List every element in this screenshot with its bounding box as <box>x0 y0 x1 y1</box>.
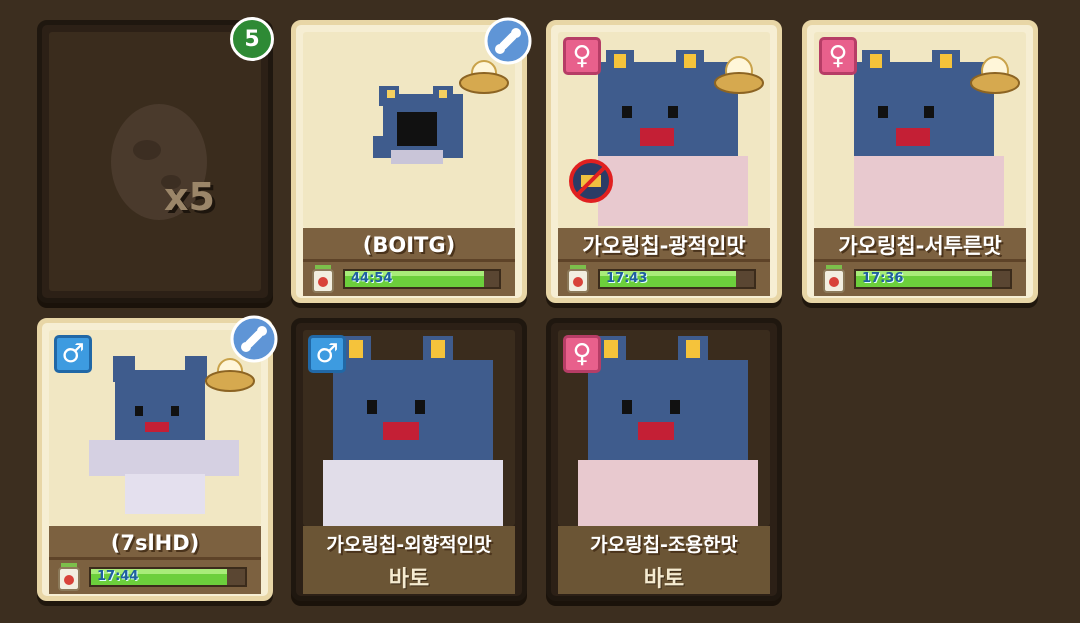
wrench-icon[interactable] <box>230 315 278 363</box>
creature-slot-card[interactable]: ♀ 가오링칩-조용한맛 바토 <box>546 318 782 601</box>
jar-icon <box>58 563 80 591</box>
hatch-slot-card[interactable]: (BOITG) 44:54 <box>291 17 532 303</box>
female-icon: ♀ <box>563 37 601 75</box>
timer-text: 17:36 <box>862 271 904 286</box>
jar-icon <box>823 265 845 293</box>
male-icon: ♂ <box>54 335 92 373</box>
hatch-timer: 17:36 <box>814 259 1026 296</box>
egg-quantity: x5 <box>164 175 215 219</box>
timer-text: 17:43 <box>606 271 648 286</box>
no-move-icon <box>569 159 613 203</box>
creature-name: 가오링칩-조용한맛 <box>558 526 770 560</box>
hatch-timer: 17:44 <box>49 557 261 594</box>
creature-name: (BOITG) <box>303 228 515 262</box>
hatch-slot-card[interactable]: ♀ 가오링칩-서투른맛 17:36 <box>802 20 1038 303</box>
progress-track: 17:43 <box>598 269 756 289</box>
female-icon: ♀ <box>819 37 857 75</box>
jar-icon <box>312 265 334 293</box>
egg-art <box>49 32 261 291</box>
timer-text: 17:44 <box>97 569 139 584</box>
nest-egg-icon <box>714 56 764 94</box>
jar-icon <box>567 265 589 293</box>
creature-name: (7slHD) <box>49 526 261 560</box>
wrench-icon[interactable] <box>484 17 532 65</box>
creature-name: 가오링칩-서투른맛 <box>814 228 1026 262</box>
progress-track: 17:36 <box>854 269 1012 289</box>
creature-slot-card[interactable]: ♂ 가오링칩-외향적인맛 바토 <box>291 318 527 601</box>
timer-text: 44:54 <box>351 271 393 286</box>
female-icon: ♀ <box>563 335 601 373</box>
egg-count-badge: 5 <box>230 17 274 61</box>
progress-track: 44:54 <box>343 269 501 289</box>
egg-stack-card[interactable]: x5 5 <box>37 17 274 303</box>
hatch-slot-card[interactable]: ♀ 가오링칩-광적인맛 17:43 <box>546 20 782 303</box>
hatch-slot-card[interactable]: ♂ (7slHD) 17:44 <box>37 315 278 601</box>
creature-name: 가오링칩-외향적인맛 <box>303 526 515 560</box>
hatch-timer: 17:43 <box>558 259 770 296</box>
egg-icon <box>111 104 207 220</box>
creature-species: 바토 <box>303 560 515 594</box>
nest-egg-icon <box>970 56 1020 94</box>
hatch-timer: 44:54 <box>303 259 515 296</box>
creature-species: 바토 <box>558 560 770 594</box>
progress-track: 17:44 <box>89 567 247 587</box>
creature-name: 가오링칩-광적인맛 <box>558 228 770 262</box>
male-icon: ♂ <box>308 335 346 373</box>
